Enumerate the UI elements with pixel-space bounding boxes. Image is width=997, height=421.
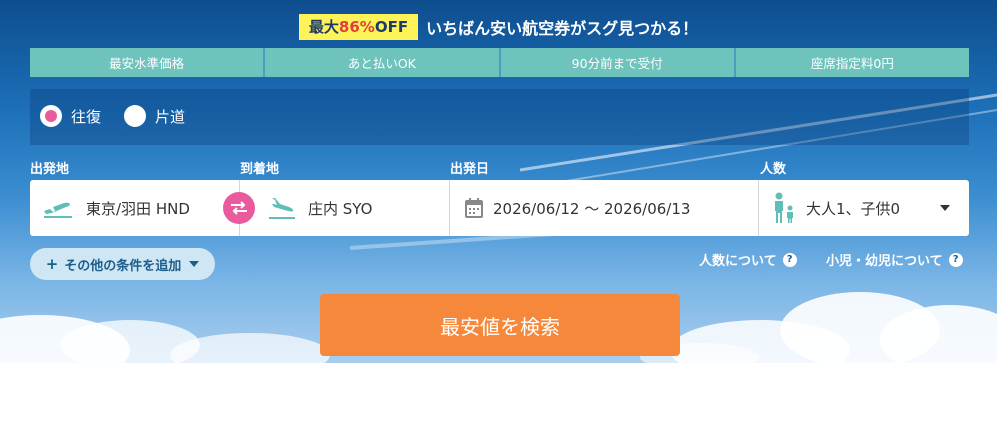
badge-suffix: OFF xyxy=(374,18,409,36)
calendar-icon xyxy=(465,198,483,218)
field-divider xyxy=(758,180,759,236)
takeoff-icon xyxy=(42,197,74,219)
question-icon: ? xyxy=(948,252,963,267)
feature-bar: 最安水準価格 あと払いOK 90分前まで受付 座席指定料0円 xyxy=(30,48,969,77)
swap-button[interactable] xyxy=(223,192,255,224)
discount-badge: 最大86%OFF xyxy=(298,14,419,40)
badge-percent: 86% xyxy=(338,18,375,36)
add-conditions-label: その他の条件を追加 xyxy=(64,258,182,274)
date-value: 2026/06/12 〜 2026/06/13 xyxy=(493,199,691,218)
departure-field[interactable]: 東京/羽田 HND xyxy=(42,180,232,236)
passengers-field[interactable]: 大人1、子供0 xyxy=(772,180,962,236)
arrival-value: 庄内 SYO xyxy=(308,199,373,218)
feature-item: あと払いOK xyxy=(265,48,501,77)
passengers-help-label: 人数について xyxy=(699,254,777,269)
dropdown-arrow-icon xyxy=(940,205,950,211)
feature-item: 座席指定料0円 xyxy=(735,48,969,77)
feature-item: 90分前まで受付 xyxy=(500,48,736,77)
children-help-link[interactable]: 小児・幼児について ? xyxy=(826,250,963,269)
search-fields: 東京/羽田 HND 庄内 SYO 2026/06/12 〜 2026/06/13… xyxy=(30,180,969,236)
departure-label: 出発地 xyxy=(30,162,70,177)
promo-banner: 最大86%OFF いちばん安い航空券がスグ見つかる！ xyxy=(0,14,997,40)
date-field[interactable]: 2026/06/12 〜 2026/06/13 xyxy=(465,180,775,236)
passengers-label: 人数 xyxy=(760,162,787,177)
search-button[interactable]: 最安値を検索 xyxy=(320,294,680,356)
landing-icon xyxy=(268,196,296,220)
passengers-help-link[interactable]: 人数について ? xyxy=(699,250,797,269)
arrival-label: 到着地 xyxy=(240,162,280,177)
radio-selected-icon xyxy=(40,105,62,127)
adult-child-icon xyxy=(772,192,796,224)
promo-text: いちばん安い航空券がスグ見つかる！ xyxy=(426,19,699,38)
badge-prefix: 最大 xyxy=(308,18,339,36)
hero-search-area: 最大86%OFF いちばん安い航空券がスグ見つかる！ 最安水準価格 あと払いOK … xyxy=(0,0,997,363)
arrival-field[interactable]: 庄内 SYO xyxy=(268,180,448,236)
round-trip-radio[interactable]: 往復 xyxy=(40,105,101,127)
one-way-label: 片道 xyxy=(155,107,186,126)
date-label: 出発日 xyxy=(450,162,490,177)
round-trip-label: 往復 xyxy=(71,107,102,126)
plus-icon: + xyxy=(45,255,59,273)
passengers-value: 大人1、子供0 xyxy=(806,199,901,218)
field-divider xyxy=(449,180,450,236)
question-icon: ? xyxy=(782,252,797,267)
chevron-down-icon xyxy=(189,261,200,267)
feature-item: 最安水準価格 xyxy=(30,48,266,77)
one-way-radio[interactable]: 片道 xyxy=(124,105,185,127)
add-conditions-button[interactable]: + その他の条件を追加 xyxy=(30,248,215,280)
trip-type-panel: 往復 片道 xyxy=(30,89,969,145)
children-help-label: 小児・幼児について xyxy=(826,254,943,269)
swap-icon xyxy=(231,201,247,215)
radio-unselected-icon xyxy=(124,105,146,127)
departure-value: 東京/羽田 HND xyxy=(86,199,190,218)
